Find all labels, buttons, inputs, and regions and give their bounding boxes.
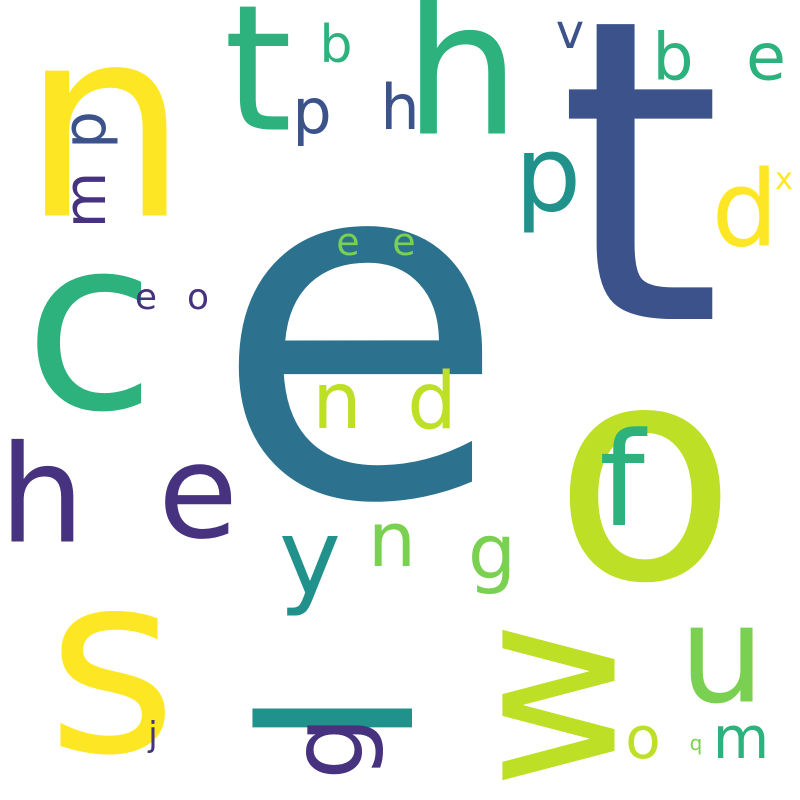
word-h: h: [0, 416, 85, 574]
word-m: m: [712, 704, 770, 772]
word-m: m: [51, 171, 119, 229]
word-e: e: [158, 416, 238, 568]
word-j: j: [148, 715, 158, 755]
word-p: p: [50, 110, 120, 150]
word-w: w: [425, 621, 664, 789]
word-f: f: [599, 404, 645, 556]
word-e: e: [746, 20, 786, 96]
word-h: h: [403, 0, 521, 178]
word-q: q: [689, 731, 703, 755]
word-o: o: [625, 704, 661, 772]
word-g: g: [269, 716, 386, 780]
word-d: d: [711, 148, 779, 271]
word-u: u: [679, 576, 765, 734]
word-n: n: [367, 495, 417, 584]
word-e: e: [392, 220, 416, 264]
word-cloud: e t o n s c h t l w h e f u y p d g n d …: [0, 0, 800, 800]
word-o: o: [186, 277, 210, 318]
word-h: h: [380, 71, 420, 144]
word-b: b: [319, 15, 353, 75]
word-v: v: [555, 4, 585, 60]
word-e: e: [134, 277, 158, 318]
word-d: d: [407, 357, 457, 447]
word-y: y: [278, 496, 342, 619]
word-c: c: [24, 185, 156, 465]
word-g: g: [467, 507, 517, 596]
word-t: t: [223, 0, 293, 172]
word-s: s: [46, 519, 178, 800]
word-p: p: [292, 75, 332, 148]
word-p: p: [514, 113, 582, 236]
word-x: x: [775, 162, 793, 197]
word-b: b: [652, 20, 694, 96]
word-e: e: [336, 220, 360, 264]
word-n: n: [312, 357, 362, 447]
